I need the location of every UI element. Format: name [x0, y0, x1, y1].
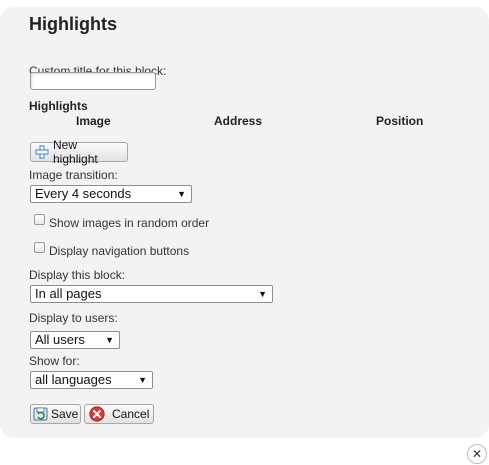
display-users-select[interactable]: All users ▼: [30, 331, 120, 349]
save-icon: [33, 406, 49, 422]
random-order-checkbox[interactable]: [34, 214, 45, 225]
save-label: Save: [51, 407, 79, 421]
close-icon[interactable]: ✕: [467, 444, 487, 464]
show-for-label: Show for:: [29, 354, 80, 368]
custom-title-input[interactable]: [30, 72, 156, 90]
display-block-label: Display this block:: [29, 268, 126, 282]
image-transition-select[interactable]: Every 4 seconds ▼: [30, 185, 192, 203]
dropdown-arrow-icon: ▼: [177, 189, 186, 199]
dropdown-arrow-icon: ▼: [258, 289, 267, 299]
cancel-label: Cancel: [112, 407, 150, 421]
dialog-title: Highlights: [29, 14, 117, 34]
cancel-button[interactable]: Cancel: [84, 404, 154, 424]
plus-icon: [35, 145, 49, 159]
new-highlight-button[interactable]: New highlight: [30, 138, 128, 166]
navigation-buttons-label: Display navigation buttons: [49, 244, 190, 258]
dropdown-arrow-icon: ▼: [138, 375, 147, 385]
save-button[interactable]: Save: [30, 404, 81, 424]
navigation-buttons-checkbox[interactable]: [34, 242, 45, 253]
display-users-label: Display to users:: [29, 311, 118, 325]
display-block-select[interactable]: In all pages ▼: [30, 285, 273, 303]
display-users-value: All users: [35, 332, 85, 347]
dropdown-arrow-icon: ▼: [105, 335, 114, 345]
image-transition-label: Image transition:: [29, 168, 118, 182]
highlights-section-title: Highlights: [29, 99, 88, 113]
display-block-value: In all pages: [35, 286, 102, 301]
image-transition-value: Every 4 seconds: [35, 186, 132, 201]
column-header-position: Position: [376, 114, 424, 128]
show-for-select[interactable]: all languages ▼: [30, 371, 153, 389]
new-highlight-label: New highlight: [53, 138, 98, 166]
cancel-icon: [89, 406, 105, 422]
column-header-image: Image: [76, 114, 111, 128]
random-order-label: Show images in random order: [49, 216, 210, 230]
column-header-address: Address: [214, 114, 263, 128]
show-for-value: all languages: [35, 372, 112, 387]
